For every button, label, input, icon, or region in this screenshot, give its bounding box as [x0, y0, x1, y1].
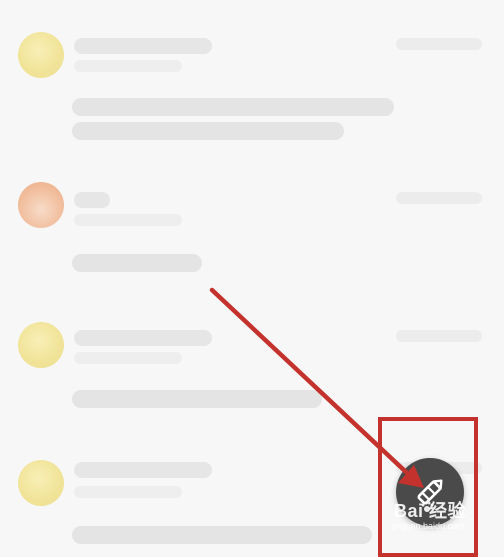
- post-text-line: [72, 98, 394, 116]
- avatar[interactable]: [18, 182, 64, 228]
- user-name[interactable]: [74, 330, 212, 346]
- user-subtitle: [74, 486, 182, 498]
- post-text-line: [72, 254, 202, 272]
- post-text-line: [72, 390, 322, 408]
- user-name[interactable]: [74, 38, 212, 54]
- user-subtitle: [74, 60, 182, 72]
- avatar[interactable]: [18, 460, 64, 506]
- user-subtitle: [74, 352, 182, 364]
- user-subtitle: [74, 214, 182, 226]
- avatar[interactable]: [18, 322, 64, 368]
- post-meta: [396, 192, 482, 204]
- avatar[interactable]: [18, 32, 64, 78]
- post-meta: [396, 330, 482, 342]
- watermark-url: jingyan.baidu.com: [392, 521, 465, 531]
- paw-icon: [421, 501, 434, 512]
- post-meta: [396, 38, 482, 50]
- user-name[interactable]: [74, 462, 212, 478]
- watermark: Bai 经验 jingyan.baidu.com: [388, 497, 500, 537]
- user-name[interactable]: [74, 192, 110, 208]
- post-text-line: [72, 122, 344, 140]
- post-text-line: [72, 526, 372, 544]
